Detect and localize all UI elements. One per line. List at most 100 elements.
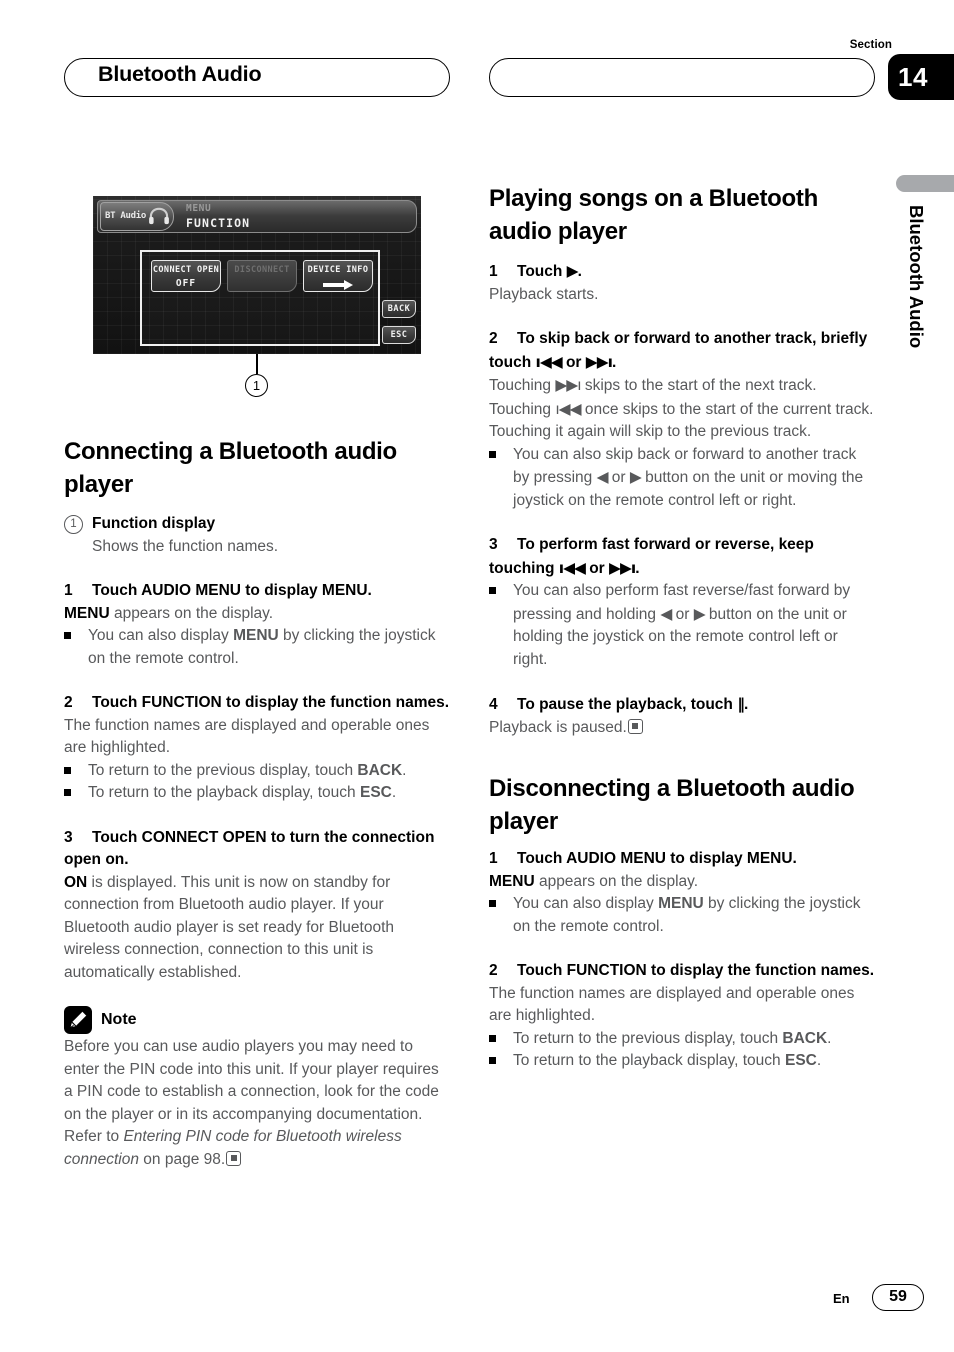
right-step2-head: 2 To skip back or forward to another trac… bbox=[489, 330, 868, 371]
device-button-device-info-label: DEVICE INFO bbox=[307, 265, 369, 275]
pencil-icon bbox=[64, 1006, 92, 1034]
heading-playing-songs: Playing songs on a Bluetooth audio playe… bbox=[489, 185, 818, 245]
bullet-square-icon bbox=[489, 1028, 513, 1051]
right-step3-head: 3 To perform fast forward or reverse, kee… bbox=[489, 536, 814, 577]
left-step1-number: 1 bbox=[64, 582, 73, 599]
bullet-square-icon bbox=[489, 893, 513, 916]
skip-previous-glyph: ı◀◀ bbox=[558, 558, 586, 577]
skip-previous-glyph: ı◀◀ bbox=[555, 399, 581, 418]
right-step3-bullet: You can also perform fast reverse/fast f… bbox=[489, 580, 875, 671]
arrow-right-glyph: ▶ bbox=[629, 468, 642, 486]
left-step1-bullet: You can also display MENU by clicking th… bbox=[64, 625, 450, 670]
device-button-back[interactable]: BACK bbox=[382, 300, 416, 318]
left-step3-body: ON is displayed. This unit is now on sta… bbox=[64, 873, 395, 981]
left-step2-number: 2 bbox=[64, 694, 73, 711]
right-dstep2-head: 2 Touch FUNCTION to display the function … bbox=[489, 960, 875, 983]
skip-next-glyph: ▶▶ı bbox=[585, 352, 613, 371]
skip-next-glyph: ▶▶ı bbox=[609, 558, 636, 577]
device-screenshot-figure: BT Audio MENU FUNCTION CONNECT OPEN OFF … bbox=[93, 196, 421, 354]
play-glyph: ▶ bbox=[566, 262, 579, 280]
header-blank-pill bbox=[489, 58, 875, 97]
right-dstep1-head: 1 Touch AUDIO MENU to display MENU. bbox=[489, 848, 875, 871]
note-label: Note bbox=[101, 1011, 137, 1028]
callout-item-number: 1 bbox=[64, 515, 83, 534]
pause-glyph: ‖ bbox=[737, 695, 745, 713]
right-step2-number: 2 bbox=[489, 330, 498, 347]
end-of-note-mark bbox=[226, 1150, 242, 1166]
left-step1-head: 1 Touch AUDIO MENU to display MENU. bbox=[64, 580, 450, 603]
footer-language: En bbox=[833, 1291, 850, 1306]
right-dstep1-bullet: You can also display MENU by clicking th… bbox=[489, 893, 875, 938]
device-function-label: FUNCTION bbox=[186, 216, 251, 230]
headphones-icon bbox=[149, 207, 169, 225]
left-step2-bullet-b: To return to the playback display, touch… bbox=[64, 782, 450, 805]
right-step4-body: Playback is paused. bbox=[489, 717, 875, 740]
side-tab-bar bbox=[896, 175, 954, 192]
right-step1-number: 1 bbox=[489, 263, 498, 280]
device-button-disconnect[interactable]: DISCONNECT bbox=[227, 260, 297, 292]
callout-leader-line bbox=[256, 354, 258, 374]
bullet-square-icon bbox=[489, 580, 513, 603]
right-step2-bullet: You can also skip back or forward to ano… bbox=[489, 444, 875, 513]
arrow-left-glyph: ◀ bbox=[660, 604, 672, 623]
right-step1-head: 1 Touch ▶. bbox=[489, 260, 875, 284]
left-step3-head: 3 Touch CONNECT OPEN to turn the connecti… bbox=[64, 828, 435, 869]
device-button-connect-open-label: CONNECT OPEN bbox=[152, 265, 220, 275]
bullet-square-icon bbox=[64, 760, 88, 783]
bullet-square-icon bbox=[64, 625, 88, 648]
right-dstep2-bullet-a: To return to the previous display, touch… bbox=[489, 1028, 875, 1051]
note-header: Note bbox=[64, 1006, 450, 1034]
arrow-right-icon bbox=[323, 280, 353, 290]
side-tab-label: Bluetooth Audio bbox=[906, 205, 927, 349]
bullet-square-icon bbox=[64, 782, 88, 805]
right-dstep2-bullet-b: To return to the playback display, touch… bbox=[489, 1050, 875, 1073]
callout-item-title: 1 Function display bbox=[64, 513, 450, 536]
left-step1-body: MENU appears on the display. bbox=[64, 604, 274, 622]
device-button-connect-open[interactable]: CONNECT OPEN OFF bbox=[151, 260, 221, 292]
skip-next-glyph: ▶▶ı bbox=[555, 376, 581, 394]
left-step2-bullet-a: To return to the previous display, touch… bbox=[64, 760, 450, 783]
note-text: Before you can use audio players you may… bbox=[64, 1038, 439, 1168]
right-step2-body: Touching ▶▶ı skips to the start of the n… bbox=[489, 376, 874, 440]
left-step2-head: 2 Touch FUNCTION to display the function … bbox=[64, 692, 450, 715]
device-button-disconnect-label: DISCONNECT bbox=[234, 265, 290, 275]
device-button-esc[interactable]: ESC bbox=[382, 326, 416, 344]
left-step3-number: 3 bbox=[64, 828, 73, 846]
right-dstep2-body: The function names are displayed and ope… bbox=[489, 984, 855, 1025]
end-of-section-mark bbox=[627, 718, 643, 734]
bullet-square-icon bbox=[489, 444, 513, 467]
right-dstep1-body: MENU appears on the display. bbox=[489, 872, 699, 890]
device-menu-label: MENU bbox=[186, 203, 212, 214]
section-label: Section bbox=[849, 39, 892, 51]
heading-disconnecting: Disconnecting a Bluetooth audio player bbox=[489, 775, 855, 835]
right-step1-body: Playback starts. bbox=[489, 285, 599, 303]
page-title: Bluetooth Audio bbox=[98, 62, 262, 86]
device-topbar: BT Audio MENU FUNCTION bbox=[97, 200, 417, 233]
arrow-left-glyph: ◀ bbox=[596, 468, 609, 486]
right-step3-number: 3 bbox=[489, 536, 498, 553]
left-step2-body: The function names are displayed and ope… bbox=[64, 716, 430, 757]
right-dstep1-number: 1 bbox=[489, 850, 498, 867]
device-source-label: BT Audio bbox=[100, 202, 174, 231]
left-column: Connecting a Bluetooth audio player 1 Fun… bbox=[64, 435, 450, 1171]
device-button-connect-open-value: OFF bbox=[175, 278, 197, 289]
right-step4-number: 4 bbox=[489, 696, 498, 713]
section-number-badge: 14 bbox=[888, 54, 954, 100]
right-column: Playing songs on a Bluetooth audio playe… bbox=[489, 182, 875, 1073]
bullet-square-icon bbox=[489, 1050, 513, 1073]
arrow-right-glyph: ▶ bbox=[693, 604, 706, 623]
footer-page-number: 59 bbox=[872, 1284, 924, 1311]
right-step4-head: 4 To pause the playback, touch ‖. bbox=[489, 693, 875, 717]
device-button-device-info[interactable]: DEVICE INFO bbox=[303, 260, 373, 292]
callout-item-desc: Shows the function names. bbox=[92, 537, 279, 555]
